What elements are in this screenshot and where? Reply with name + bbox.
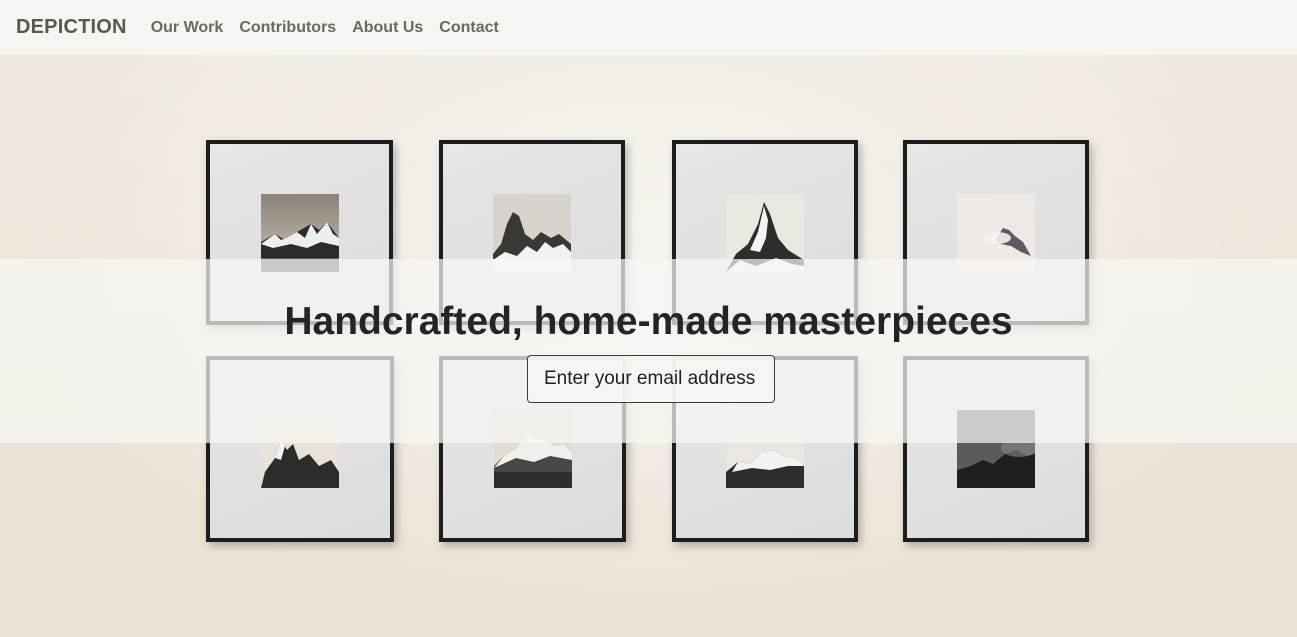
- nav-link-contributors[interactable]: Contributors: [239, 19, 336, 37]
- hero-title: Handcrafted, home-made masterpieces: [284, 300, 1013, 343]
- hero-overlay: [0, 259, 1297, 443]
- nav-link-our-work[interactable]: Our Work: [151, 19, 224, 37]
- nav-link-about-us[interactable]: About Us: [352, 19, 423, 37]
- top-navbar: DEPICTION Our Work Contributors About Us…: [0, 0, 1297, 55]
- email-input[interactable]: [527, 355, 775, 403]
- nav-link-contact[interactable]: Contact: [439, 19, 499, 37]
- brand-logo[interactable]: DEPICTION: [16, 16, 127, 39]
